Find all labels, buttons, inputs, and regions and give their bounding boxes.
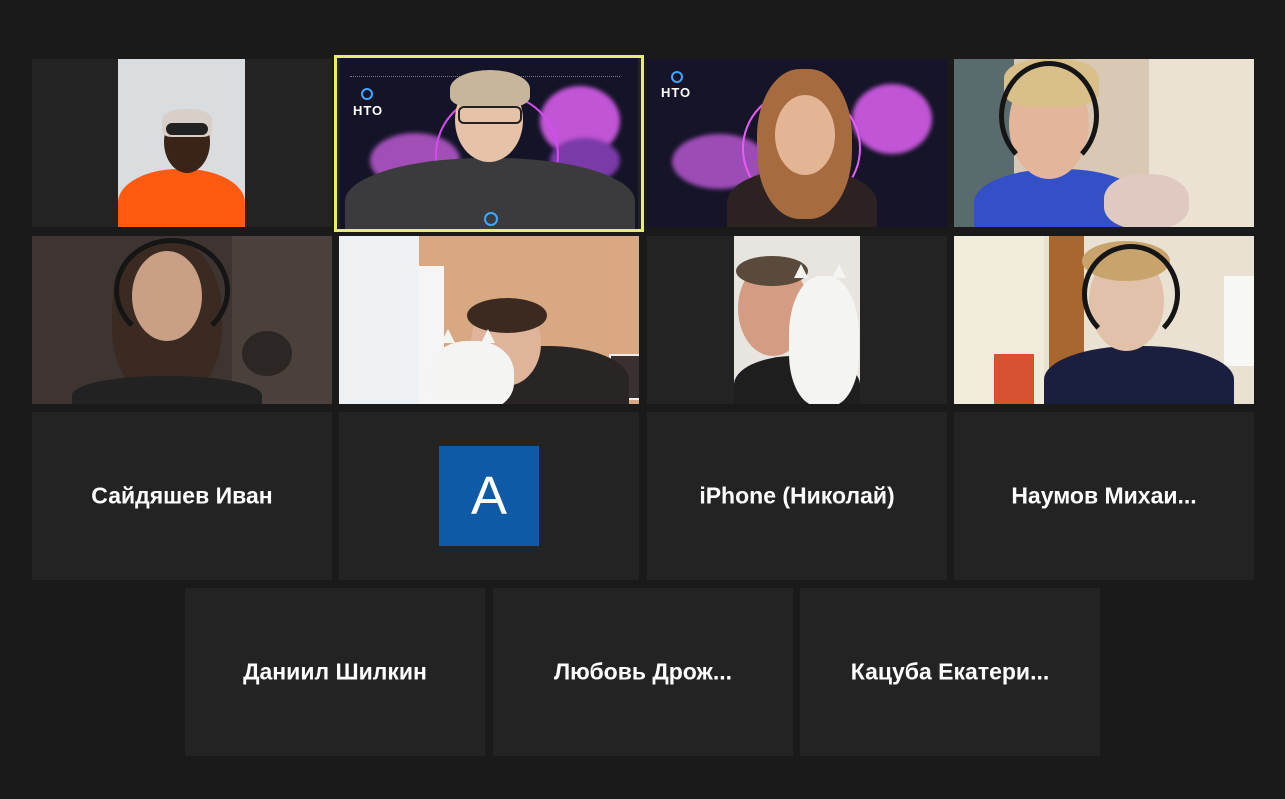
nto-logo: НТО: [661, 85, 692, 100]
name-tile-4[interactable]: Наумов Михаи...: [954, 412, 1254, 580]
name-tile-6[interactable]: Любовь Дрож...: [493, 588, 793, 756]
nto-logo: НТО: [353, 103, 384, 118]
participant-name: Даниил Шилкин: [243, 658, 427, 685]
video-tile-4[interactable]: [954, 59, 1254, 227]
participant-name: Любовь Дрож...: [553, 658, 733, 685]
name-tile-5[interactable]: Даниил Шилкин: [185, 588, 485, 756]
video-tile-2-active-speaker[interactable]: НТО: [334, 55, 644, 232]
name-tile-1[interactable]: Сайдяшев Иван: [32, 412, 332, 580]
participant-name: iPhone (Николай): [699, 482, 895, 509]
participant-video: НТО: [340, 58, 638, 229]
video-tile-6[interactable]: [339, 236, 639, 404]
video-tile-8[interactable]: [954, 236, 1254, 404]
participant-avatar: A: [439, 446, 539, 546]
video-tile-1[interactable]: [32, 59, 332, 227]
participant-video: [954, 59, 1254, 227]
video-tile-3[interactable]: НТО: [647, 59, 947, 227]
participant-video: [339, 236, 639, 404]
participant-video: [954, 236, 1254, 404]
participant-video: [118, 59, 245, 227]
video-tile-7[interactable]: [647, 236, 947, 404]
name-tile-2[interactable]: A: [339, 412, 639, 580]
participant-video: НТО: [647, 59, 947, 227]
participant-name: Сайдяшев Иван: [91, 482, 273, 509]
participant-video: [32, 236, 332, 404]
participant-name: Наумов Михаи...: [1011, 482, 1197, 509]
name-tile-7[interactable]: Кацуба Екатери...: [800, 588, 1100, 756]
name-tile-3[interactable]: iPhone (Николай): [647, 412, 947, 580]
participant-video: [734, 236, 860, 404]
participant-name: Кацуба Екатери...: [850, 658, 1050, 685]
video-tile-5[interactable]: [32, 236, 332, 404]
